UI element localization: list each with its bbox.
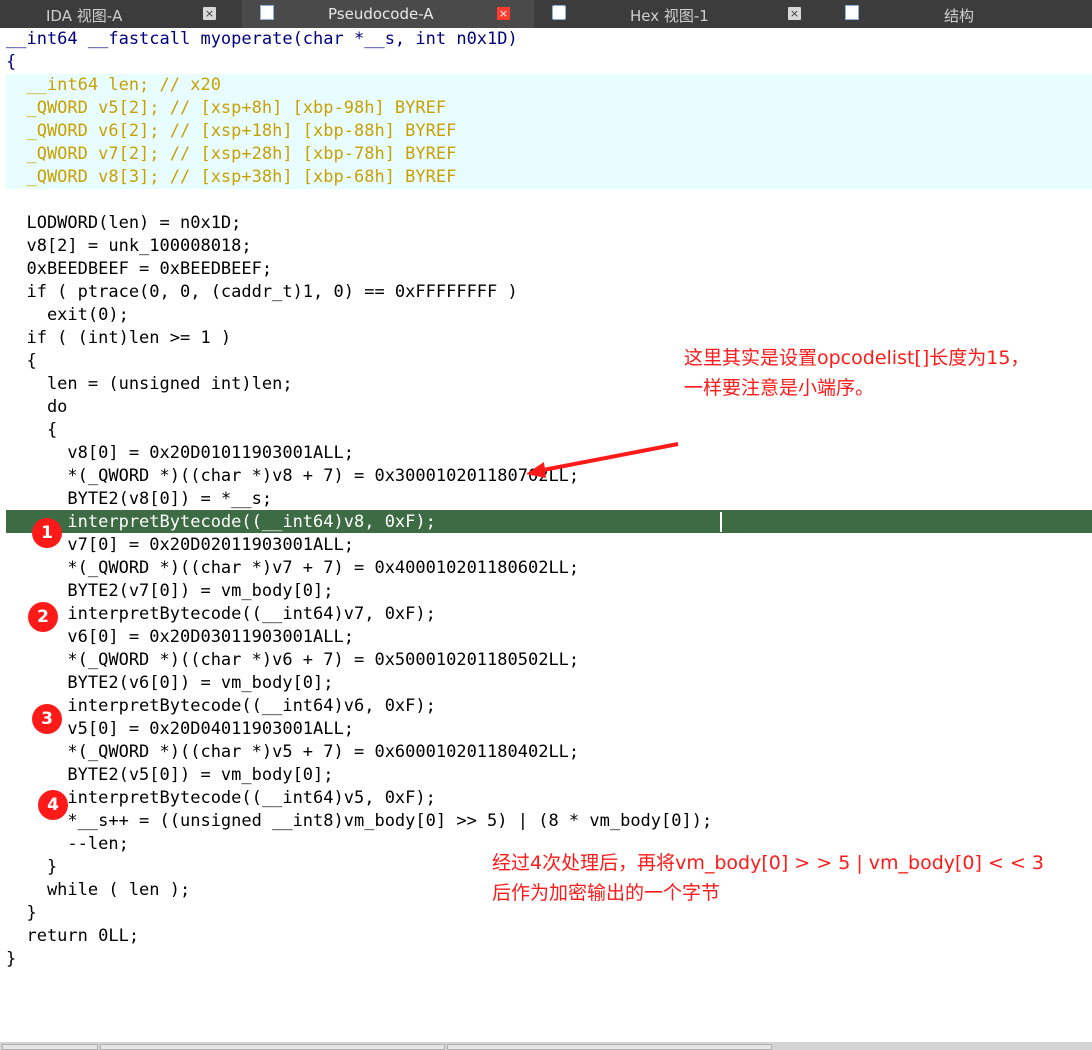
status-segment	[2, 1044, 98, 1050]
code-line[interactable]: *(_QWORD *)((char *)v5 + 7) = 0x60001020…	[0, 741, 1092, 764]
code-line-decl[interactable]: __int64 len; // x20	[0, 74, 1092, 97]
code-line[interactable]: v5[0] = 0x20D04011903001ALL;	[0, 718, 1092, 741]
tab-pseudocode[interactable]: Pseudocode-A ×	[242, 0, 534, 28]
code-line[interactable]: BYTE2(v5[0]) = vm_body[0];	[0, 764, 1092, 787]
step-marker-4: 4	[38, 790, 68, 820]
close-icon[interactable]: ×	[788, 7, 801, 20]
text-cursor	[720, 512, 722, 532]
code-line-decl[interactable]: _QWORD v8[3]; // [xsp+38h] [xbp-68h] BYR…	[0, 166, 1092, 189]
code-line[interactable]: interpretBytecode((__int64)v5, 0xF);	[0, 787, 1092, 810]
status-bar	[0, 1042, 1092, 1050]
annotation-opcodelist-note: 这里其实是设置opcodelist[]长度为15， 一样要注意是小端序。	[684, 347, 1030, 399]
code-line[interactable]: *(_QWORD *)((char *)v6 + 7) = 0x50001020…	[0, 649, 1092, 672]
annotation-arrow	[526, 442, 679, 478]
code-line[interactable]: interpretBytecode((__int64)v8, 0xF);	[0, 511, 1092, 534]
tab-label: IDA 视图-A	[46, 7, 123, 25]
code-line-decl[interactable]: _QWORD v7[2]; // [xsp+28h] [xbp-78h] BYR…	[0, 143, 1092, 166]
hex-view-icon	[552, 5, 566, 20]
status-segment	[100, 1044, 445, 1050]
close-icon[interactable]: ×	[497, 7, 510, 20]
code-line-signature[interactable]: __int64 __fastcall myoperate(char *__s, …	[0, 28, 1092, 51]
pseudocode-icon	[260, 5, 274, 20]
status-segment	[447, 1044, 772, 1050]
code-line[interactable]: *(_QWORD *)((char *)v7 + 7) = 0x40001020…	[0, 557, 1092, 580]
tab-ida-view[interactable]: IDA 视图-A ×	[0, 0, 242, 28]
tab-label: Pseudocode-A	[328, 5, 434, 23]
tab-structures[interactable]: 结构	[830, 0, 1092, 28]
code-line-decl[interactable]: _QWORD v6[2]; // [xsp+18h] [xbp-88h] BYR…	[0, 120, 1092, 143]
step-marker-2: 2	[28, 602, 58, 632]
code-line[interactable]: BYTE2(v6[0]) = vm_body[0];	[0, 672, 1092, 695]
code-line[interactable]: {	[0, 51, 1092, 74]
code-line[interactable]: }	[0, 948, 1092, 971]
close-icon[interactable]: ×	[203, 7, 216, 20]
annotation-output-note: 经过4次处理后，再将vm_body[0] > > 5 | vm_body[0] …	[492, 852, 1044, 904]
code-line[interactable]: 0xBEEDBEEF = 0xBEEDBEEF;	[0, 258, 1092, 281]
tab-label: Hex 视图-1	[630, 7, 709, 25]
code-line[interactable]: v6[0] = 0x20D03011903001ALL;	[0, 626, 1092, 649]
code-line[interactable]: v7[0] = 0x20D02011903001ALL;	[0, 534, 1092, 557]
step-marker-3: 3	[32, 704, 62, 734]
code-line[interactable]: exit(0);	[0, 304, 1092, 327]
code-line[interactable]: BYTE2(v8[0]) = *__s;	[0, 488, 1092, 511]
code-line[interactable]: *__s++ = ((unsigned __int8)vm_body[0] >>…	[0, 810, 1092, 833]
tab-label: 结构	[944, 7, 975, 25]
code-line-decl[interactable]: _QWORD v5[2]; // [xsp+8h] [xbp-98h] BYRE…	[0, 97, 1092, 120]
code-line[interactable]	[0, 189, 1092, 212]
pseudocode-view[interactable]: __int64 __fastcall myoperate(char *__s, …	[0, 28, 1092, 1042]
tab-bar: IDA 视图-A × Pseudocode-A × Hex 视图-1 × 结构	[0, 0, 1092, 28]
code-line[interactable]: if ( ptrace(0, 0, (caddr_t)1, 0) == 0xFF…	[0, 281, 1092, 304]
code-line[interactable]: BYTE2(v7[0]) = vm_body[0];	[0, 580, 1092, 603]
code-line[interactable]: return 0LL;	[0, 925, 1092, 948]
code-line[interactable]: interpretBytecode((__int64)v7, 0xF);	[0, 603, 1092, 626]
tab-hex-view[interactable]: Hex 视图-1 ×	[534, 0, 830, 28]
code-line[interactable]: LODWORD(len) = n0x1D;	[0, 212, 1092, 235]
code-line[interactable]: v8[2] = unk_100008018;	[0, 235, 1092, 258]
structures-icon	[845, 5, 859, 20]
code-line[interactable]: interpretBytecode((__int64)v6, 0xF);	[0, 695, 1092, 718]
step-marker-1: 1	[32, 518, 62, 548]
